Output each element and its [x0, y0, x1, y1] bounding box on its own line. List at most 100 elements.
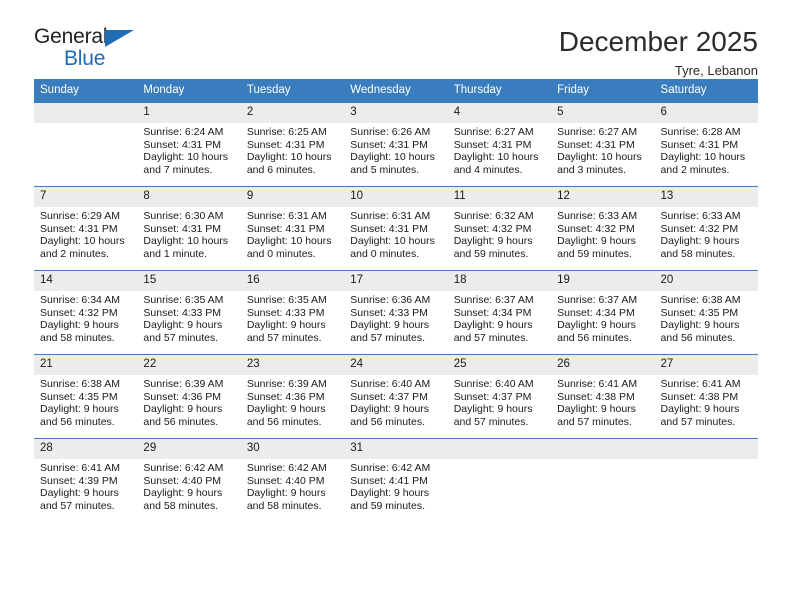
day-number	[551, 439, 655, 459]
calendar-day-cell[interactable]: 20 Sunrise: 6:38 AM Sunset: 4:35 PM Dayligh…	[654, 270, 758, 355]
day-number: 24	[344, 355, 448, 375]
calendar-day-cell[interactable]: 3 Sunrise: 6:26 AM Sunset: 4:31 PM Daylight…	[344, 102, 448, 187]
day-details: Sunrise: 6:35 AM Sunset: 4:33 PM Daylight:…	[137, 291, 240, 344]
calendar-day-cell[interactable]: 26 Sunrise: 6:41 AM Sunset: 4:38 PM Dayligh…	[551, 354, 655, 439]
day-detail-line: Sunrise: 6:24 AM	[143, 126, 224, 138]
day-detail-line: and 57 minutes.	[40, 499, 115, 512]
calendar-day-cell[interactable]: 11 Sunrise: 6:32 AM Sunset: 4:32 PM Dayligh…	[447, 186, 552, 271]
day-cell-inner: 8 Sunrise: 6:30 AM Sunset: 4:31 PM Daylight…	[137, 187, 241, 270]
day-detail-line: and 59 minutes.	[350, 499, 425, 512]
day-detail-line: Sunrise: 6:41 AM	[40, 462, 120, 474]
calendar-day-cell[interactable]: 18 Sunrise: 6:37 AM Sunset: 4:34 PM Dayligh…	[447, 270, 552, 355]
calendar-week-row: 7 Sunrise: 6:29 AM Sunset: 4:31 PM Daylight…	[34, 186, 758, 271]
day-detail-line: and 56 minutes.	[557, 331, 632, 344]
calendar-day-cell[interactable]: 15 Sunrise: 6:35 AM Sunset: 4:33 PM Dayligh…	[137, 270, 241, 355]
day-details: Sunrise: 6:38 AM Sunset: 4:35 PM Daylight:…	[34, 375, 137, 428]
day-number: 4	[447, 103, 552, 123]
day-detail-line: and 3 minutes.	[557, 163, 626, 176]
calendar-day-cell[interactable]: 28 Sunrise: 6:41 AM Sunset: 4:39 PM Dayligh…	[34, 438, 138, 522]
day-detail-line: Sunset: 4:31 PM	[350, 222, 428, 235]
calendar-day-cell[interactable]: 5 Sunrise: 6:27 AM Sunset: 4:31 PM Daylight…	[551, 102, 655, 187]
day-cell-inner: 29 Sunrise: 6:42 AM Sunset: 4:40 PM Dayligh…	[137, 439, 241, 522]
day-number: 9	[240, 187, 345, 207]
day-detail-line: Sunset: 4:37 PM	[453, 390, 532, 403]
calendar-day-cell[interactable]: 21 Sunrise: 6:38 AM Sunset: 4:35 PM Dayligh…	[34, 354, 138, 439]
calendar-week-row: 14 Sunrise: 6:34 AM Sunset: 4:32 PM Dayligh…	[34, 270, 758, 355]
day-details: Sunrise: 6:37 AM Sunset: 4:34 PM Daylight:…	[448, 291, 551, 344]
calendar-day-cell[interactable]: 19 Sunrise: 6:37 AM Sunset: 4:34 PM Dayligh…	[551, 270, 655, 355]
day-detail-line: and 0 minutes.	[350, 247, 420, 260]
day-cell-inner	[34, 103, 138, 186]
day-number: 25	[447, 355, 552, 375]
day-number: 16	[240, 271, 345, 291]
day-number: 10	[344, 187, 448, 207]
calendar-day-cell[interactable]: 8 Sunrise: 6:30 AM Sunset: 4:31 PM Daylight…	[137, 186, 241, 271]
day-details: Sunrise: 6:31 AM Sunset: 4:31 PM Daylight:…	[241, 207, 344, 260]
day-detail-line: Daylight: 9 hours	[246, 403, 326, 416]
calendar-day-cell[interactable]: 4 Sunrise: 6:27 AM Sunset: 4:31 PM Daylight…	[447, 102, 552, 187]
day-cell-inner: 15 Sunrise: 6:35 AM Sunset: 4:33 PM Dayligh…	[137, 271, 241, 354]
day-detail-line: Sunset: 4:40 PM	[246, 474, 325, 487]
day-number: 31	[344, 439, 448, 459]
page-header: General Blue December 2025 Tyre, Lebanon	[34, 0, 758, 78]
calendar-day-cell[interactable]: 30 Sunrise: 6:42 AM Sunset: 4:40 PM Dayligh…	[240, 438, 345, 522]
calendar-day-cell[interactable]: 12 Sunrise: 6:33 AM Sunset: 4:32 PM Dayligh…	[551, 186, 655, 271]
day-detail-line: Sunrise: 6:33 AM	[660, 210, 741, 222]
day-cell-inner: 6 Sunrise: 6:28 AM Sunset: 4:31 PM Daylight…	[654, 103, 758, 186]
day-cell-inner: 4 Sunrise: 6:27 AM Sunset: 4:31 PM Daylight…	[447, 103, 552, 186]
day-detail-line: Sunrise: 6:39 AM	[246, 378, 327, 390]
day-detail-line: Sunset: 4:41 PM	[350, 474, 428, 487]
calendar-day-cell[interactable]: 2 Sunrise: 6:25 AM Sunset: 4:31 PM Daylight…	[240, 102, 345, 187]
day-detail-line: Daylight: 9 hours	[453, 235, 533, 248]
day-number: 5	[551, 103, 655, 123]
calendar-day-cell[interactable]: 13 Sunrise: 6:33 AM Sunset: 4:32 PM Dayligh…	[654, 186, 758, 271]
day-detail-line: Sunrise: 6:27 AM	[557, 126, 638, 138]
day-cell-inner: 16 Sunrise: 6:35 AM Sunset: 4:33 PM Dayligh…	[240, 271, 345, 354]
calendar-day-cell[interactable]: 29 Sunrise: 6:42 AM Sunset: 4:40 PM Dayligh…	[137, 438, 241, 522]
day-details: Sunrise: 6:40 AM Sunset: 4:37 PM Daylight:…	[344, 375, 447, 428]
day-cell-inner: 11 Sunrise: 6:32 AM Sunset: 4:32 PM Dayligh…	[447, 187, 552, 270]
calendar-grid: Sunday Monday Tuesday Wednesday Thursday Frid…	[34, 79, 758, 522]
day-details: Sunrise: 6:38 AM Sunset: 4:35 PM Daylight:…	[655, 291, 758, 344]
day-detail-line: Sunset: 4:33 PM	[246, 306, 325, 319]
day-number: 13	[654, 187, 758, 207]
day-detail-line: Sunset: 4:34 PM	[557, 306, 635, 319]
day-detail-line: Sunset: 4:31 PM	[660, 138, 739, 151]
calendar-day-cell[interactable]: 6 Sunrise: 6:28 AM Sunset: 4:31 PM Daylight…	[654, 102, 758, 187]
day-detail-line: Daylight: 10 hours	[246, 151, 332, 164]
calendar-day-cell[interactable]: 24 Sunrise: 6:40 AM Sunset: 4:37 PM Dayligh…	[344, 354, 448, 439]
calendar-day-cell[interactable]: 16 Sunrise: 6:35 AM Sunset: 4:33 PM Dayligh…	[240, 270, 345, 355]
calendar-day-cell[interactable]: 1 Sunrise: 6:24 AM Sunset: 4:31 PM Daylight…	[137, 102, 241, 187]
day-detail-line: Daylight: 9 hours	[350, 487, 430, 500]
calendar-day-cell[interactable]: 31 Sunrise: 6:42 AM Sunset: 4:41 PM Dayligh…	[344, 438, 448, 522]
day-detail-line: and 56 minutes.	[40, 415, 115, 428]
day-detail-line: Sunrise: 6:28 AM	[660, 126, 741, 138]
day-detail-line: and 2 minutes.	[40, 247, 109, 260]
calendar-day-cell[interactable]: 9 Sunrise: 6:31 AM Sunset: 4:31 PM Daylight…	[240, 186, 345, 271]
day-number: 18	[447, 271, 552, 291]
weekday-header-friday: Friday	[551, 79, 655, 103]
day-cell-inner	[447, 439, 552, 522]
day-detail-line: and 57 minutes.	[453, 415, 529, 428]
day-detail-line: and 2 minutes.	[660, 163, 730, 176]
calendar-day-cell[interactable]: 27 Sunrise: 6:41 AM Sunset: 4:38 PM Dayligh…	[654, 354, 758, 439]
weekday-header-row: Sunday Monday Tuesday Wednesday Thursday Frid…	[34, 79, 758, 103]
day-detail-line: Daylight: 10 hours	[453, 151, 539, 164]
calendar-day-cell[interactable]: 14 Sunrise: 6:34 AM Sunset: 4:32 PM Dayligh…	[34, 270, 138, 355]
weekday-header-saturday: Saturday	[654, 79, 758, 103]
day-detail-line: Daylight: 9 hours	[143, 403, 223, 416]
day-detail-line: Sunset: 4:32 PM	[40, 306, 118, 319]
day-cell-inner: 23 Sunrise: 6:39 AM Sunset: 4:36 PM Dayligh…	[240, 355, 345, 438]
day-detail-line: Sunset: 4:31 PM	[350, 138, 428, 151]
location-subtitle: Tyre, Lebanon	[674, 63, 758, 78]
day-detail-line: Sunset: 4:33 PM	[143, 306, 222, 319]
calendar-day-cell[interactable]: 25 Sunrise: 6:40 AM Sunset: 4:37 PM Dayligh…	[447, 354, 552, 439]
day-details: Sunrise: 6:42 AM Sunset: 4:40 PM Daylight:…	[241, 459, 344, 512]
day-number: 15	[137, 271, 241, 291]
calendar-day-cell[interactable]: 10 Sunrise: 6:31 AM Sunset: 4:31 PM Dayligh…	[344, 186, 448, 271]
calendar-day-cell[interactable]: 22 Sunrise: 6:39 AM Sunset: 4:36 PM Dayligh…	[137, 354, 241, 439]
day-detail-line: Sunrise: 6:37 AM	[453, 294, 534, 306]
calendar-day-cell[interactable]: 7 Sunrise: 6:29 AM Sunset: 4:31 PM Daylight…	[34, 186, 138, 271]
calendar-day-cell[interactable]: 23 Sunrise: 6:39 AM Sunset: 4:36 PM Dayligh…	[240, 354, 345, 439]
calendar-day-cell[interactable]: 17 Sunrise: 6:36 AM Sunset: 4:33 PM Dayligh…	[344, 270, 448, 355]
